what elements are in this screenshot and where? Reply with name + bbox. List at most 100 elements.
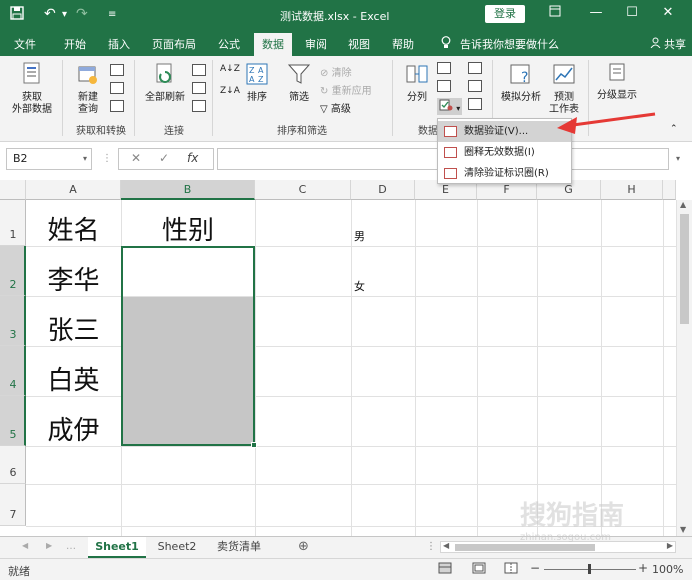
ribbon-display-icon[interactable] xyxy=(545,5,565,21)
cell-a2[interactable]: 李华 xyxy=(26,260,121,297)
column-header-h[interactable]: H xyxy=(601,180,663,200)
h-scroll-thumb[interactable] xyxy=(455,544,595,551)
relationships-icon[interactable] xyxy=(468,80,482,95)
sheet-tab-3[interactable]: 卖货清单 xyxy=(208,537,270,558)
manage-data-model-icon[interactable] xyxy=(468,98,482,113)
zoom-level[interactable]: 100% xyxy=(652,563,683,576)
connections-icon[interactable] xyxy=(192,64,206,79)
cell-d2[interactable]: 女 xyxy=(354,278,365,294)
scroll-down-icon[interactable]: ▼ xyxy=(680,525,686,534)
scroll-left-icon[interactable]: ◀ xyxy=(443,541,449,550)
menu-item-data-validation[interactable]: 数据验证(V)... xyxy=(438,121,571,142)
cell-a1[interactable]: 姓名 xyxy=(26,210,121,247)
properties-icon[interactable] xyxy=(192,82,206,97)
what-if-analysis-button[interactable]: ? 模拟分析 xyxy=(498,62,544,104)
tab-help[interactable]: 帮助 xyxy=(392,36,414,52)
enter-icon[interactable]: ✓ xyxy=(159,151,169,165)
sheet-tab-2[interactable]: Sheet2 xyxy=(148,537,206,558)
clear-filter-button[interactable]: ⊘ 清除 xyxy=(320,64,352,79)
cancel-icon[interactable]: ✕ xyxy=(131,151,141,165)
select-all-corner[interactable] xyxy=(0,180,26,200)
menu-item-clear-circles[interactable]: 清除验证标识圈(R) xyxy=(438,163,571,184)
column-header-d[interactable]: D xyxy=(351,180,415,200)
reapply-button[interactable]: ↻ 重新应用 xyxy=(320,82,372,97)
zoom-in-button[interactable]: + xyxy=(638,561,648,575)
zoom-slider[interactable] xyxy=(544,564,636,574)
advanced-filter-button[interactable]: ▽ 高级 xyxy=(320,100,351,115)
forecast-sheet-button[interactable]: 预测 工作表 xyxy=(546,62,582,116)
tab-review[interactable]: 审阅 xyxy=(305,36,327,52)
remove-duplicates-icon[interactable] xyxy=(437,80,451,95)
consolidate-icon[interactable] xyxy=(468,62,482,77)
row-header-3[interactable]: 3 xyxy=(0,296,26,346)
column-header-b[interactable]: B xyxy=(121,180,255,200)
add-sheet-icon[interactable]: ⊕ xyxy=(298,539,309,554)
refresh-all-button[interactable]: 全部刷新 xyxy=(140,62,190,104)
name-box[interactable]: B2 ▾ xyxy=(6,148,92,170)
row-header-6[interactable]: 6 xyxy=(0,446,26,484)
undo-dropdown-icon[interactable]: ▾ xyxy=(62,9,67,20)
scroll-thumb[interactable] xyxy=(680,214,689,324)
column-header-c[interactable]: C xyxy=(255,180,351,200)
page-layout-view-icon[interactable] xyxy=(472,562,486,577)
sort-ascending-icon[interactable]: A↓Z xyxy=(220,64,240,74)
edit-links-icon[interactable] xyxy=(192,100,206,115)
filter-button[interactable]: 筛选 xyxy=(284,62,314,104)
zoom-out-button[interactable]: − xyxy=(530,561,540,575)
chevron-down-icon[interactable]: ▾ xyxy=(83,149,87,169)
save-icon[interactable] xyxy=(10,6,24,24)
redo-icon[interactable]: ↷ xyxy=(76,6,88,22)
tab-home[interactable]: 开始 xyxy=(64,36,86,52)
sort-button[interactable]: ZAAZ 排序 xyxy=(242,62,272,104)
undo-icon[interactable]: ↶ xyxy=(44,6,56,22)
insert-function-icon[interactable]: fx xyxy=(187,151,198,165)
outline-button[interactable]: 分级显示 xyxy=(592,62,642,102)
row-header-7[interactable]: 7 xyxy=(0,484,26,526)
tab-data[interactable]: 数据 xyxy=(254,33,292,56)
scroll-right-icon[interactable]: ▶ xyxy=(667,541,673,550)
cell-b1[interactable]: 性别 xyxy=(121,210,255,247)
sheet-tab-1[interactable]: Sheet1 xyxy=(88,537,146,558)
tab-insert[interactable]: 插入 xyxy=(108,36,130,52)
more-sheets-icon[interactable]: … xyxy=(66,541,76,552)
scroll-right-icon[interactable]: ▶ xyxy=(46,541,52,550)
row-header-5[interactable]: 5 xyxy=(0,396,26,446)
zoom-slider-thumb[interactable] xyxy=(588,564,591,574)
row-header-4[interactable]: 4 xyxy=(0,346,26,396)
tell-me-search[interactable]: 告诉我你想要做什么 xyxy=(460,36,559,52)
from-table-icon[interactable] xyxy=(110,82,124,97)
flash-fill-icon[interactable] xyxy=(437,62,451,77)
cell-a4[interactable]: 白英 xyxy=(26,360,121,397)
column-header-i[interactable] xyxy=(663,180,676,200)
expand-formula-icon[interactable]: ▾ xyxy=(676,154,680,163)
column-header-a[interactable]: A xyxy=(26,180,121,200)
page-break-view-icon[interactable] xyxy=(504,562,518,577)
collapse-ribbon-icon[interactable]: ⌃ xyxy=(670,124,678,134)
row-header-1[interactable]: 1 xyxy=(0,200,26,246)
minimize-button[interactable]: — xyxy=(586,5,606,20)
maximize-button[interactable]: ☐ xyxy=(622,5,642,20)
menu-item-circle-invalid[interactable]: 圈释无效数据(I) xyxy=(438,142,571,163)
sort-descending-icon[interactable]: Z↓A xyxy=(220,86,240,96)
customize-qa-icon[interactable]: ≡ xyxy=(108,9,116,20)
recent-sources-icon[interactable] xyxy=(110,100,124,115)
cell-a3[interactable]: 张三 xyxy=(26,310,121,347)
row-header-2[interactable]: 2 xyxy=(0,246,26,296)
scroll-left-icon[interactable]: ◀ xyxy=(22,541,28,550)
vertical-scrollbar[interactable]: ▲ ▼ xyxy=(676,200,692,536)
tab-view[interactable]: 视图 xyxy=(348,36,370,52)
cell-a5[interactable]: 成伊 xyxy=(26,410,121,447)
fill-handle[interactable] xyxy=(251,442,257,448)
cell-d1[interactable]: 男 xyxy=(354,228,365,244)
share-button[interactable]: 共享 xyxy=(650,36,686,52)
tab-page-layout[interactable]: 页面布局 xyxy=(152,36,196,52)
text-to-columns-button[interactable]: 分列 xyxy=(400,62,434,104)
scroll-up-icon[interactable]: ▲ xyxy=(680,200,686,209)
normal-view-icon[interactable] xyxy=(438,562,452,577)
get-external-data-button[interactable]: 获取 外部数据 xyxy=(6,62,58,116)
login-button[interactable]: 登录 xyxy=(485,5,525,23)
close-button[interactable]: ✕ xyxy=(658,5,678,20)
show-queries-icon[interactable] xyxy=(110,64,124,79)
new-query-button[interactable]: 新建 查询 xyxy=(70,62,106,116)
tab-formulas[interactable]: 公式 xyxy=(218,36,240,52)
